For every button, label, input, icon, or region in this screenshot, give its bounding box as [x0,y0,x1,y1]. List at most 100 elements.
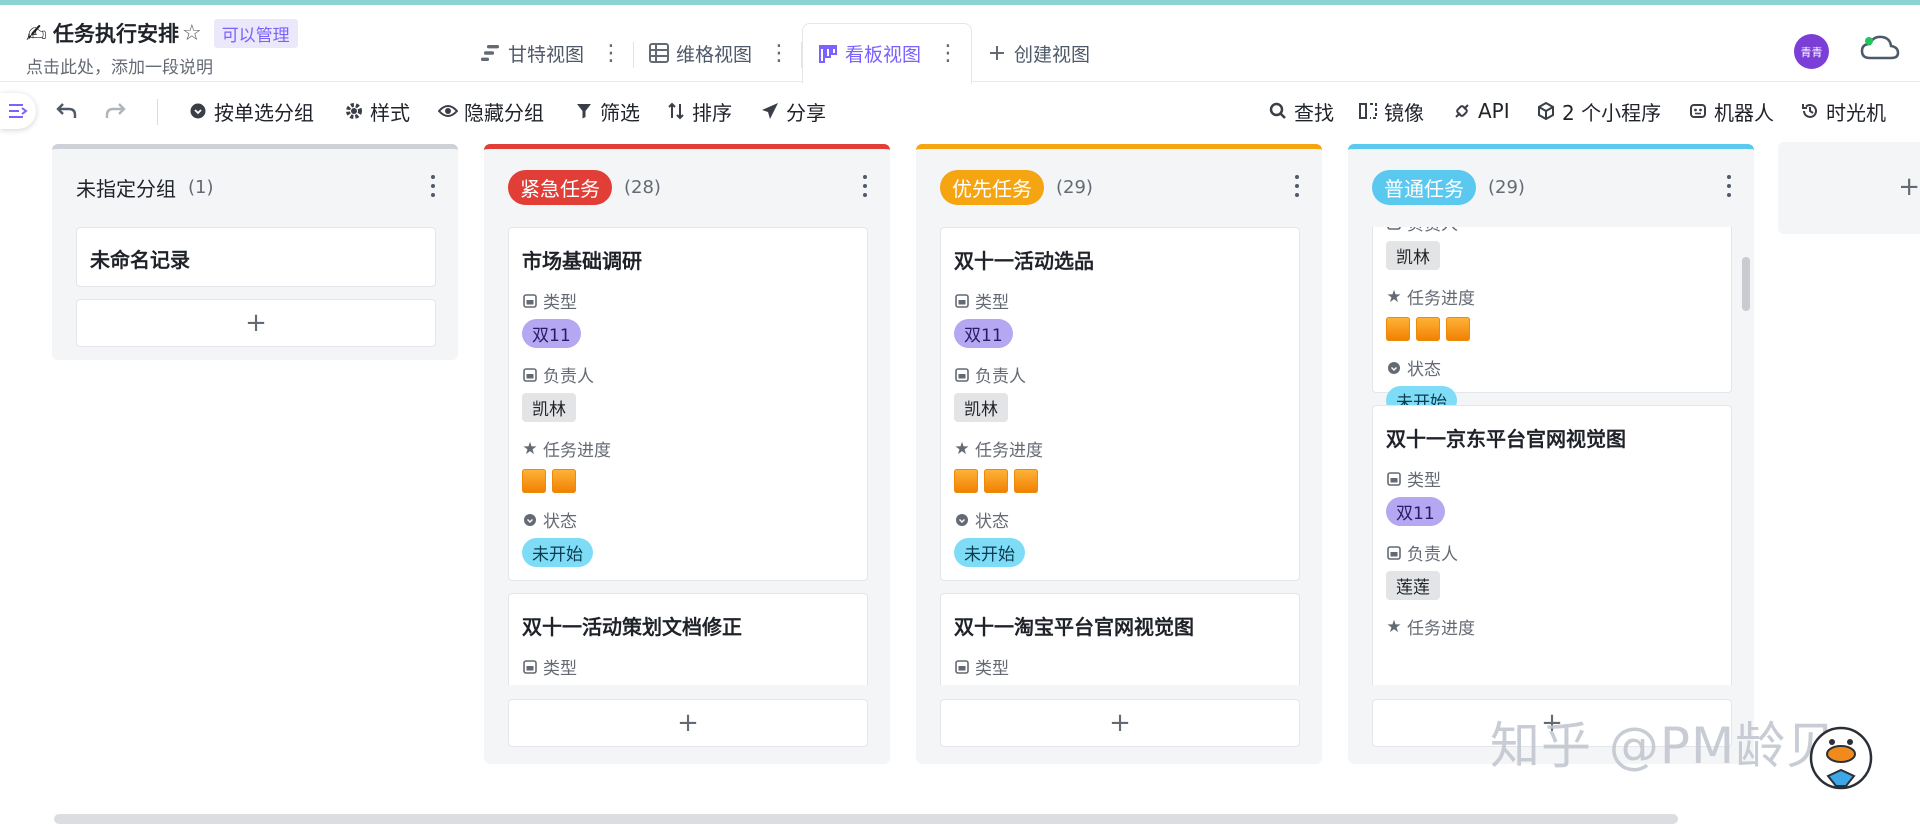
tab-more-icon[interactable]: ⋮ [600,41,622,66]
card-list: 负责人 凯林 ★任务进度 状态 未开始 双十一京东平台官网视觉图 类型 双11 … [1372,227,1732,685]
column-name: 未指定分组 [76,176,176,201]
add-record-button[interactable]: + [508,699,868,747]
field-label-owner: 负责人 [1386,540,1718,565]
column-more-icon[interactable] [430,175,436,197]
find-button[interactable]: 查找 [1268,97,1334,125]
permission-badge: 可以管理 [213,18,298,48]
status-field-icon [522,512,538,528]
tab-more-icon[interactable]: ⋮ [768,41,790,66]
column-header: 未指定分组 (1) [52,149,458,225]
api-button[interactable]: API [1452,97,1510,125]
time-machine-button[interactable]: 时光机 [1800,97,1886,125]
avatar[interactable]: 青青 [1794,34,1829,69]
progress-square [522,469,546,493]
hide-groups-button[interactable]: 隐藏分组 [438,97,544,125]
column-more-icon[interactable] [1294,175,1300,197]
field-label-type: 类型 [1386,466,1718,491]
record-card[interactable]: 市场基础调研 类型 双11 负责人 凯林 ★ 任务进度 状态 未开始 [508,227,868,581]
owner-tag: 莲莲 [1386,571,1440,600]
kanban-column-unassigned: 未指定分组 (1) 未命名记录 + [52,144,458,360]
cloud-sync-icon[interactable] [1860,33,1900,63]
history-icon [1800,101,1820,121]
robot-button[interactable]: 机器人 [1688,97,1774,125]
add-record-button[interactable]: + [940,699,1300,747]
mirror-icon [1358,101,1378,121]
writing-hand-icon: ✍ [26,18,47,48]
tab-more-icon[interactable]: ⋮ [937,41,959,66]
status-tag: 未开始 [522,538,593,567]
api-icon [1452,101,1472,121]
tab-label: 看板视图 [845,44,922,66]
description-link[interactable]: 点击此处，添加一段说明 [26,53,298,78]
progress-rating [1386,317,1718,341]
star-field-icon: ★ [954,438,970,459]
filter-icon [574,101,594,121]
sheet-title[interactable]: 任务执行安排 [53,18,179,48]
share-button[interactable]: 分享 [760,97,826,125]
group-by-button[interactable]: 按单选分组 [188,97,314,125]
tab-kanban-view[interactable]: 看板视图 ⋮ [802,23,973,84]
gantt-icon [480,42,502,64]
field-label-progress: ★ 任务进度 [522,438,611,462]
record-card[interactable]: 未命名记录 [76,227,436,287]
card-title: 双十一活动策划文档修正 [522,615,742,639]
redo-button[interactable] [104,97,126,125]
progress-square [1446,317,1470,341]
column-scrollbar[interactable] [1742,257,1750,311]
card-title: 双十一活动选品 [954,249,1094,273]
add-record-button[interactable]: + [76,299,436,347]
record-card[interactable]: 双十一活动选品 类型 双11 负责人 凯林 ★ 任务进度 状态 未开始 [940,227,1300,581]
mirror-button[interactable]: 镜像 [1358,97,1424,125]
sort-icon [666,101,686,121]
record-card[interactable]: 负责人 凯林 ★任务进度 状态 未开始 [1372,227,1732,415]
column-name-badge: 紧急任务 [508,169,612,205]
column-count: (29) [1488,176,1525,198]
card-title: 未命名记录 [90,248,190,272]
toolbar: 按单选分组 样式 隐藏分组 筛选 排序 分享 查找 镜像 API 2 个小程序 … [0,83,1920,139]
field-label-owner: 负责人 [1386,227,1718,235]
field-type-icon [522,659,538,675]
card-list: 市场基础调研 类型 双11 负责人 凯林 ★ 任务进度 状态 未开始 双十一活动策… [508,227,868,685]
widgets-button[interactable]: 2 个小程序 [1536,97,1661,125]
column-more-icon[interactable] [862,175,868,197]
column-count: (28) [624,176,661,198]
status-field-icon [1386,360,1402,376]
record-card[interactable]: 双十一淘宝平台官网视觉图 类型 [940,593,1300,685]
star-icon[interactable]: ☆ [182,21,202,46]
field-label-status: 状态 [954,507,1286,532]
add-group-column[interactable]: + [1778,142,1920,234]
title-area: ✍ 任务执行安排 ☆ 可以管理 点击此处，添加一段说明 [26,17,298,78]
progress-rating [522,469,854,493]
sidebar-toggle-button[interactable] [0,93,36,129]
tab-grid-view[interactable]: 维格视图 ⋮ [634,23,803,83]
undo-button[interactable] [56,97,78,125]
toolbar-divider [157,99,158,125]
hide-groups-label: 隐藏分组 [464,100,544,125]
menu-expand-icon [9,104,28,118]
star-field-icon: ★ [1386,286,1402,307]
record-card[interactable]: 双十一活动策划文档修正 类型 [508,593,868,685]
style-button[interactable]: 样式 [344,97,410,125]
field-type-icon [522,367,538,383]
field-label-progress: ★ 任务进度 [954,438,1043,462]
progress-square [954,469,978,493]
sort-label: 排序 [692,100,732,125]
filter-label: 筛选 [600,100,640,125]
star-field-icon: ★ [522,438,538,459]
status-tag: 未开始 [954,538,1025,567]
field-label-owner: 负责人 [954,362,1286,387]
filter-button[interactable]: 筛选 [574,97,640,125]
progress-rating [954,469,1286,493]
field-type-icon [1386,545,1402,561]
progress-square [552,469,576,493]
type-tag: 双11 [522,319,581,348]
sort-button[interactable]: 排序 [666,97,732,125]
create-view-button[interactable]: 创建视图 [972,23,1104,83]
field-type-icon [522,293,538,309]
record-card[interactable]: 双十一京东平台官网视觉图 类型 双11 负责人 莲莲 ★ 任务进度 [1372,405,1732,685]
type-tag: 双11 [954,319,1013,348]
field-label-status: 状态 [522,507,854,532]
field-label-type: 类型 [954,654,1286,679]
tab-gantt-view[interactable]: 甘特视图 ⋮ [466,23,635,83]
column-more-icon[interactable] [1726,175,1732,197]
